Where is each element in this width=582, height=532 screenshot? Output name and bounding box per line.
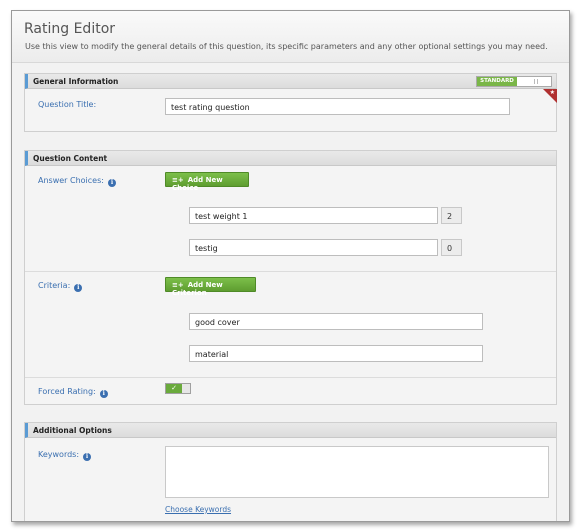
criteria-label-text: Criteria: [38, 281, 71, 290]
editor-title: Rating Editor [24, 21, 116, 37]
add-new-criterion-button[interactable]: ≡+ Add New Criterion [165, 277, 256, 297]
choose-keywords-link[interactable]: Choose Keywords [165, 505, 231, 514]
star-icon: ★ [549, 90, 555, 96]
answer-choices-label: Answer Choices: i [38, 176, 116, 187]
panel-header: General Information STANDARD [25, 74, 556, 89]
editor-description: Use this view to modify the general deta… [25, 42, 548, 51]
answer-choices-label-text: Answer Choices: [38, 176, 104, 185]
question-title-input[interactable]: test rating question [165, 98, 510, 115]
info-icon[interactable]: i [107, 179, 116, 187]
standard-mode-toggle[interactable]: STANDARD [476, 76, 552, 87]
keywords-label: Keywords: i [38, 450, 92, 461]
add-new-choice-button[interactable]: ≡+ Add New Choice [165, 172, 249, 192]
panel-header: Question Content [25, 151, 556, 166]
rating-editor-window: Rating Editor Use this view to modify th… [11, 10, 570, 522]
keywords-label-text: Keywords: [38, 450, 80, 459]
info-icon[interactable]: i [99, 390, 108, 398]
forced-rating-label: Forced Rating: i [38, 387, 108, 398]
criteria-label: Criteria: i [38, 281, 83, 292]
editor-header: Rating Editor Use this view to modify th… [12, 11, 569, 63]
add-list-icon: ≡+ [172, 281, 184, 289]
choice-text-input[interactable]: test weight 1 [189, 207, 438, 224]
additional-options-panel: Additional Options Keywords: i Choose Key… [24, 422, 557, 521]
choice-weight-field[interactable]: 2 [441, 207, 462, 224]
check-icon: ✓ [166, 384, 182, 393]
toggle-grip-icon [534, 79, 538, 84]
forced-rating-label-text: Forced Rating: [38, 387, 96, 396]
question-content-panel: Question Content Answer Choices: i ≡+ Add … [24, 150, 557, 405]
section-divider [25, 377, 556, 378]
question-content-header: Question Content [33, 154, 108, 163]
criterion-text-input[interactable]: good cover [189, 313, 483, 330]
section-divider [25, 271, 556, 272]
general-information-panel: General Information STANDARD ★ Question … [24, 73, 557, 132]
add-list-icon: ≡+ [172, 176, 184, 184]
choice-text-input[interactable]: testig [189, 239, 438, 256]
general-information-header: General Information [33, 77, 119, 86]
criterion-text-input[interactable]: material [189, 345, 483, 362]
question-title-label: Question Title: [38, 100, 97, 109]
additional-options-header: Additional Options [33, 426, 112, 435]
choice-weight-field[interactable]: 0 [441, 239, 462, 256]
info-icon[interactable]: i [74, 284, 83, 292]
info-icon[interactable]: i [83, 453, 92, 461]
standard-toggle-label: STANDARD [477, 77, 517, 86]
keywords-textarea[interactable] [165, 446, 549, 498]
panel-header: Additional Options [25, 423, 556, 438]
forced-rating-toggle[interactable]: ✓ [165, 383, 191, 394]
